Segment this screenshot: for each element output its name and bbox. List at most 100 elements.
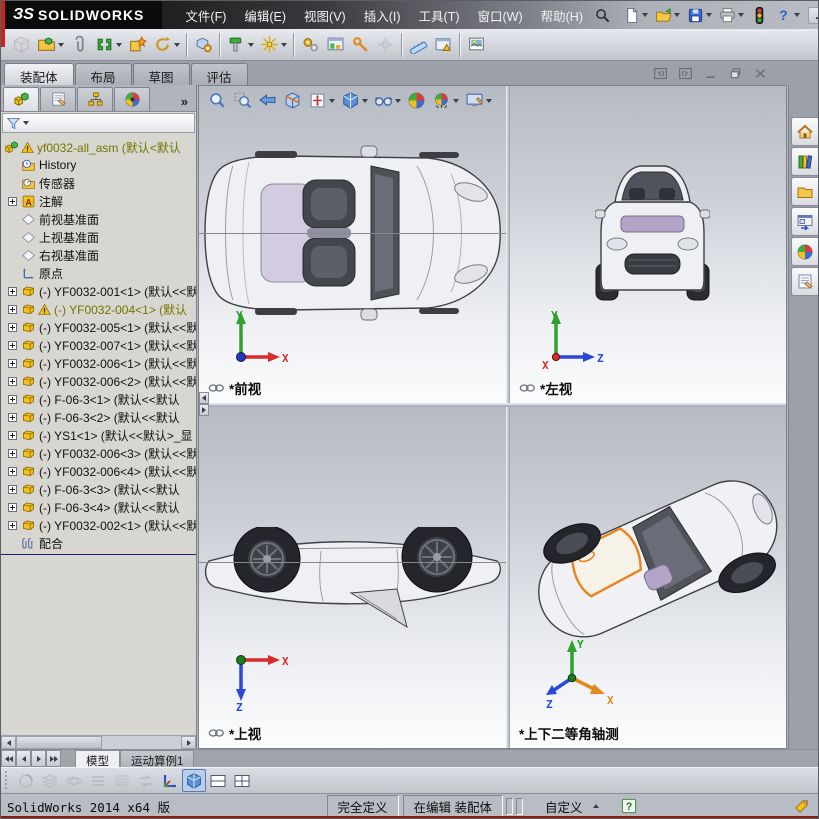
- expand-icon[interactable]: [8, 376, 17, 386]
- viewport-left[interactable]: Y Z X *左视: [510, 86, 786, 403]
- commandmanager-tab-2[interactable]: 草图: [132, 63, 190, 85]
- exploded-view-icon[interactable]: [373, 32, 398, 58]
- dropdown-caret-icon[interactable]: [281, 42, 287, 47]
- tree-row-2[interactable]: 传感器: [1, 174, 196, 192]
- save-document-icon[interactable]: [685, 6, 714, 25]
- dropdown-caret-icon[interactable]: [116, 42, 122, 47]
- line-style-icon[interactable]: [86, 769, 110, 792]
- panel-expand-button[interactable]: »: [175, 94, 194, 111]
- print-document-icon[interactable]: [717, 6, 746, 25]
- tree-row-1[interactable]: History: [1, 156, 196, 174]
- tree-row-18[interactable]: (-) YF0032-006<4> (默认<<默: [1, 462, 196, 480]
- viewport-horizontal-splitter[interactable]: [199, 403, 786, 407]
- help-icon[interactable]: ?: [773, 6, 802, 25]
- tag-icon[interactable]: [793, 798, 810, 815]
- tree-row-14[interactable]: (-) F-06-3<1> (默认<<默认: [1, 390, 196, 408]
- view-orientation-icon[interactable]: [305, 89, 338, 113]
- view-setting-icon[interactable]: [462, 89, 495, 113]
- split-right-icon[interactable]: [675, 66, 695, 81]
- orbit-icon[interactable]: [62, 769, 86, 792]
- open-document-icon[interactable]: [653, 6, 682, 25]
- car-model-side-view[interactable]: [201, 527, 505, 639]
- design-library-tab[interactable]: [791, 147, 818, 176]
- appearances-tab[interactable]: [791, 237, 818, 266]
- tree-row-22[interactable]: 配合: [1, 534, 196, 552]
- expand-icon[interactable]: [8, 304, 17, 314]
- tree-row-0[interactable]: yf0032-all_asm (默认<默认: [1, 138, 196, 156]
- featuremanager-tab[interactable]: [3, 87, 39, 111]
- displaymanager-tab[interactable]: [114, 87, 150, 111]
- axes-icon[interactable]: [158, 769, 182, 792]
- viewport-front[interactable]: Y X *前视: [199, 86, 506, 403]
- dropdown-caret-icon[interactable]: [395, 98, 401, 103]
- viewport-vertical-splitter[interactable]: [506, 86, 510, 748]
- mate-icon[interactable]: [92, 32, 125, 58]
- split-left-icon[interactable]: [650, 66, 670, 81]
- expand-icon[interactable]: [8, 322, 17, 332]
- display-style-icon[interactable]: [338, 89, 371, 113]
- custom-properties-tab[interactable]: [791, 267, 818, 296]
- layers-icon[interactable]: [38, 769, 62, 792]
- car-model-isometric-view[interactable]: [528, 459, 786, 659]
- mate-controller-icon[interactable]: [348, 32, 373, 58]
- expand-icon[interactable]: [8, 286, 17, 296]
- dropdown-caret-icon[interactable]: [641, 13, 648, 17]
- dropdown-caret-icon[interactable]: [705, 13, 712, 17]
- open-part-icon[interactable]: [34, 32, 67, 58]
- tree-row-21[interactable]: (-) YF0032-002<1> (默认<<默: [1, 516, 196, 534]
- splitter-collapse-right-icon[interactable]: [199, 404, 209, 416]
- propertymanager-tab[interactable]: [40, 87, 76, 111]
- tree-row-13[interactable]: (-) YF0032-006<2> (默认<<默: [1, 372, 196, 390]
- tree-row-12[interactable]: (-) YF0032-006<1> (默认<<默: [1, 354, 196, 372]
- tree-horizontal-scrollbar[interactable]: [1, 735, 196, 749]
- search-icon[interactable]: [594, 5, 611, 25]
- document-tab-0[interactable]: 模型: [75, 750, 120, 768]
- home-tab[interactable]: [791, 117, 818, 146]
- document-tab-1[interactable]: 运动算例1: [120, 750, 195, 768]
- tree-row-5[interactable]: 上视基准面: [1, 228, 196, 246]
- hatch-icon[interactable]: [110, 769, 134, 792]
- dropdown-caret-icon[interactable]: [793, 13, 800, 17]
- car-model-rear-view[interactable]: [595, 158, 710, 306]
- selection-filter-icon[interactable]: [749, 6, 770, 25]
- dropdown-caret-icon[interactable]: [453, 98, 459, 103]
- commandmanager-tab-0[interactable]: 装配体: [4, 63, 74, 85]
- expand-icon[interactable]: [8, 466, 17, 476]
- previous-tab-icon[interactable]: [16, 750, 31, 767]
- assembly-features-icon[interactable]: [191, 32, 216, 58]
- filter-icon[interactable]: [6, 116, 21, 131]
- scroll-left-icon[interactable]: [1, 736, 16, 749]
- dropdown-caret-icon[interactable]: [329, 98, 335, 103]
- last-tab-icon[interactable]: [46, 750, 61, 767]
- assembly-visualization-icon[interactable]: [323, 32, 348, 58]
- expand-icon[interactable]: [8, 412, 17, 422]
- tree-row-8[interactable]: (-) YF0032-001<1> (默认<<默: [1, 282, 196, 300]
- appearance-icon[interactable]: [404, 89, 429, 113]
- motion-study-icon[interactable]: [298, 32, 323, 58]
- minimize-button[interactable]: [807, 6, 818, 24]
- quick-tips-icon[interactable]: ?: [621, 798, 637, 814]
- expand-icon[interactable]: [8, 358, 17, 368]
- view-palette-tab[interactable]: [791, 207, 818, 236]
- dropdown-caret-icon[interactable]: [673, 13, 680, 17]
- menu-item-2[interactable]: 视图(V): [295, 2, 355, 29]
- next-tab-icon[interactable]: [31, 750, 46, 767]
- dropdown-caret-icon[interactable]: [486, 98, 492, 103]
- move-component-icon[interactable]: [224, 32, 257, 58]
- dropdown-caret-icon[interactable]: [58, 42, 64, 47]
- four-view-icon[interactable]: [230, 769, 254, 792]
- tree-row-10[interactable]: (-) YF0032-005<1> (默认<<默: [1, 318, 196, 336]
- tree-row-19[interactable]: (-) F-06-3<3> (默认<<默认: [1, 480, 196, 498]
- expand-icon[interactable]: [8, 520, 17, 530]
- smart-component-icon[interactable]: [125, 32, 150, 58]
- expand-icon[interactable]: [8, 502, 17, 512]
- zoom-fit-icon[interactable]: [205, 89, 230, 113]
- menu-item-3[interactable]: 插入(I): [355, 2, 410, 29]
- expand-icon[interactable]: [8, 448, 17, 458]
- expand-icon[interactable]: [8, 394, 17, 404]
- minimize-window-icon[interactable]: [700, 66, 720, 81]
- dropdown-caret-icon[interactable]: [248, 42, 254, 47]
- pan-view-icon[interactable]: [14, 769, 38, 792]
- tree-row-6[interactable]: 右视基准面: [1, 246, 196, 264]
- close-window-icon[interactable]: [750, 66, 770, 81]
